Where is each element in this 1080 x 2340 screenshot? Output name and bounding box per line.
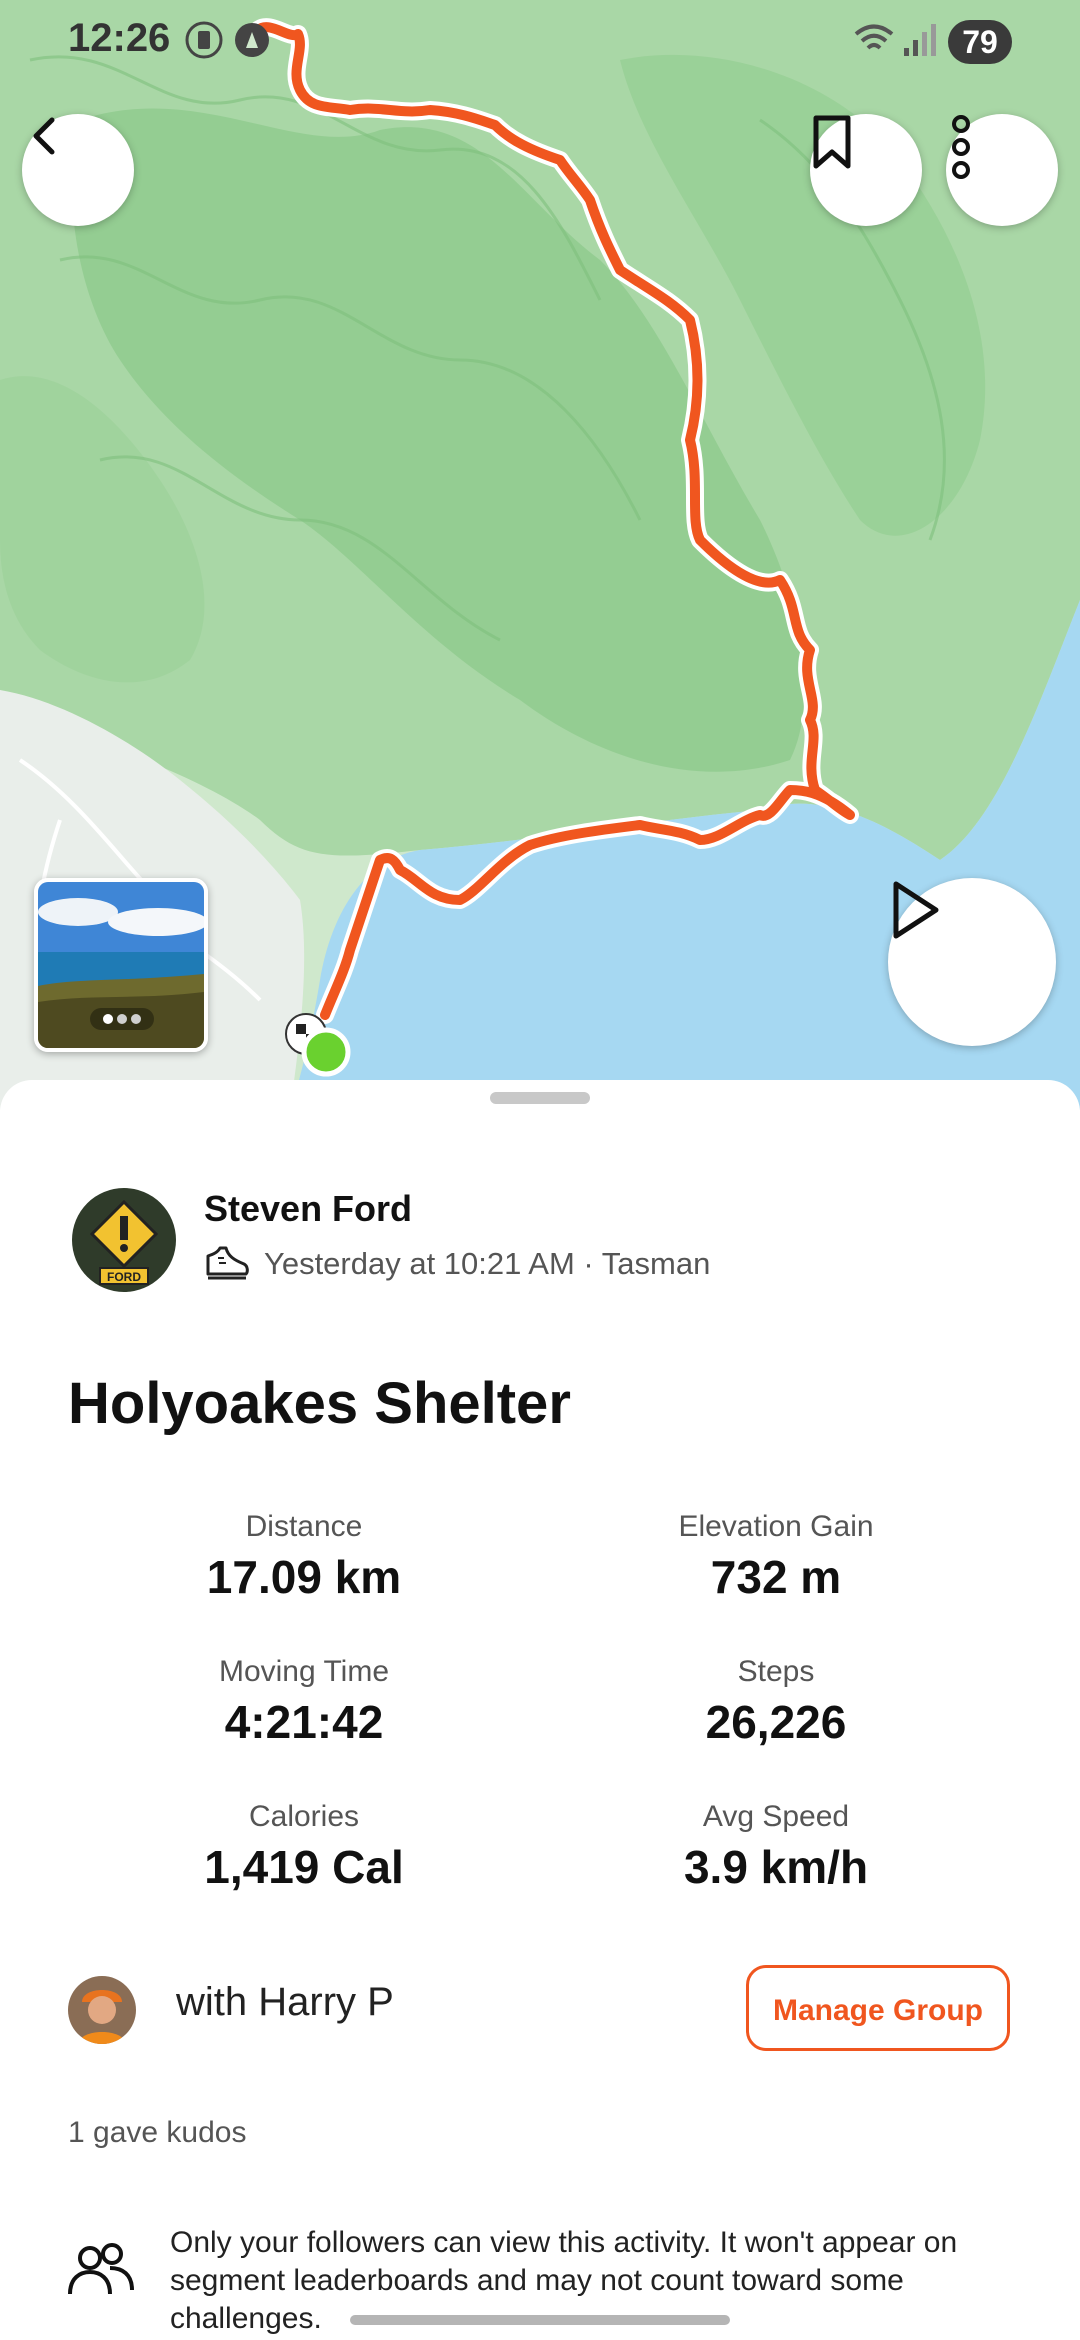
stat-elevation-gain: Elevation Gain 732 m (576, 1510, 976, 1604)
stat-avg-speed: Avg Speed 3.9 km/h (576, 1800, 976, 1894)
activity-title: Holyoakes Shelter (68, 1371, 571, 1436)
group-with-text[interactable]: with Harry P (176, 1980, 394, 2025)
stat-label: Avg Speed (702, 1800, 850, 1833)
activity-meta: Yesterday at 10:21 AM · Tasman (204, 1246, 710, 1282)
stat-moving-time: Moving Time 4:21:42 (104, 1655, 504, 1749)
athlete-name[interactable]: Steven Ford (204, 1188, 412, 1230)
stat-label: Steps (737, 1655, 815, 1688)
sheet-drag-handle[interactable] (490, 1092, 590, 1104)
play-flyover-button[interactable] (888, 878, 1056, 1046)
strava-notification-icon (232, 20, 272, 60)
status-bar: 12:26 79 (0, 0, 1080, 84)
stat-label: Distance (245, 1510, 363, 1543)
start-marker (301, 1027, 351, 1077)
stat-value: 3.9 km/h (683, 1841, 869, 1893)
play-icon (893, 881, 939, 939)
group-member-avatar[interactable] (68, 1976, 136, 2044)
photo-thumbnail[interactable] (34, 878, 208, 1052)
signal-icon (902, 20, 938, 60)
stat-value: 1,419 Cal (204, 1841, 404, 1893)
stat-distance: Distance 17.09 km (104, 1510, 504, 1604)
wifi-icon (852, 20, 896, 60)
manage-group-button[interactable]: Manage Group (746, 1965, 1010, 2051)
athlete-avatar[interactable]: FORD (72, 1188, 176, 1292)
stat-value: 4:21:42 (224, 1696, 384, 1748)
more-options-button[interactable] (946, 114, 1058, 226)
hiking-shoe-icon (206, 1246, 249, 1280)
stat-value: 17.09 km (206, 1551, 402, 1603)
harry-avatar-image (68, 1976, 136, 2044)
ford-sign-avatar-image: FORD (72, 1188, 176, 1292)
home-indicator[interactable] (350, 2315, 730, 2325)
stat-label: Calories (248, 1800, 360, 1833)
followers-icon (68, 2243, 134, 2295)
back-button[interactable] (22, 114, 134, 226)
battery-level: 79 (948, 20, 1012, 64)
stat-value: 732 m (710, 1551, 842, 1603)
stat-value: 26,226 (705, 1696, 847, 1748)
route-map[interactable]: 12:26 79 (0, 0, 1080, 1110)
kudos-count[interactable]: 1 gave kudos (68, 2116, 246, 2150)
chevron-left-icon (33, 117, 55, 155)
svg-text:FORD: FORD (107, 1270, 141, 1284)
activity-date-location: Yesterday at 10:21 AM · Tasman (264, 1246, 711, 1281)
status-time: 12:26 (68, 16, 171, 60)
stat-label: Moving Time (218, 1655, 390, 1688)
more-vertical-icon (952, 115, 970, 179)
activity-details-sheet: FORD Steven Ford Yesterday at 10:21 AM ·… (0, 1080, 1080, 2340)
bookmark-button[interactable] (810, 114, 922, 226)
bookmark-icon (813, 115, 851, 169)
stat-steps: Steps 26,226 (576, 1655, 976, 1749)
app-notification-icon (184, 20, 224, 60)
stat-calories: Calories 1,419 Cal (104, 1800, 504, 1894)
landscape-photo (38, 882, 204, 1048)
stat-label: Elevation Gain (678, 1510, 874, 1543)
